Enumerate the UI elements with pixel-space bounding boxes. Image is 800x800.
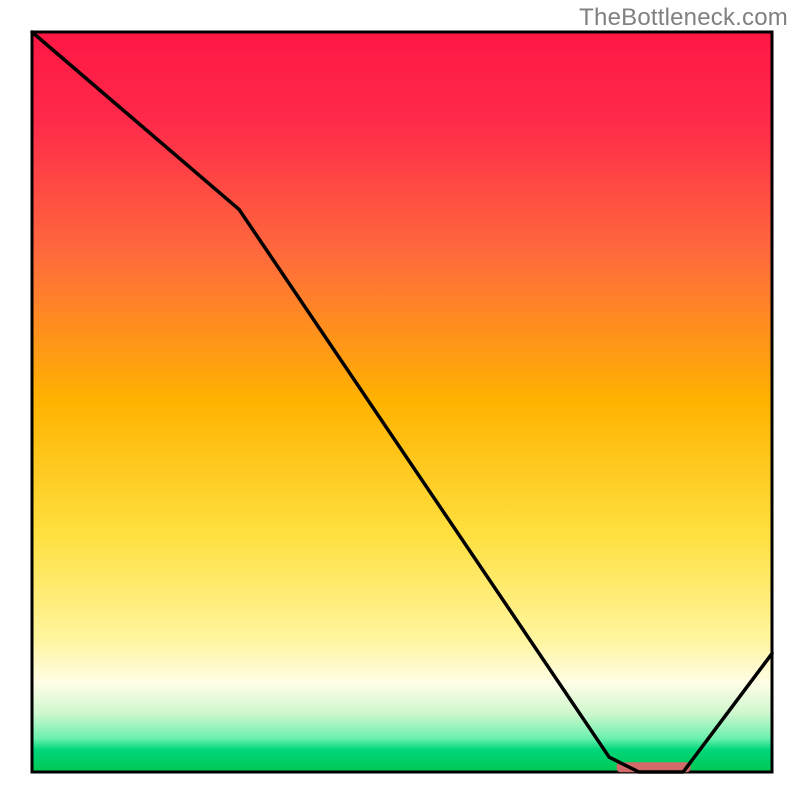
watermark-text: TheBottleneck.com [579, 4, 788, 32]
chart-container: TheBottleneck.com [0, 0, 800, 800]
plot-background [32, 32, 772, 772]
bottleneck-chart [0, 0, 800, 800]
